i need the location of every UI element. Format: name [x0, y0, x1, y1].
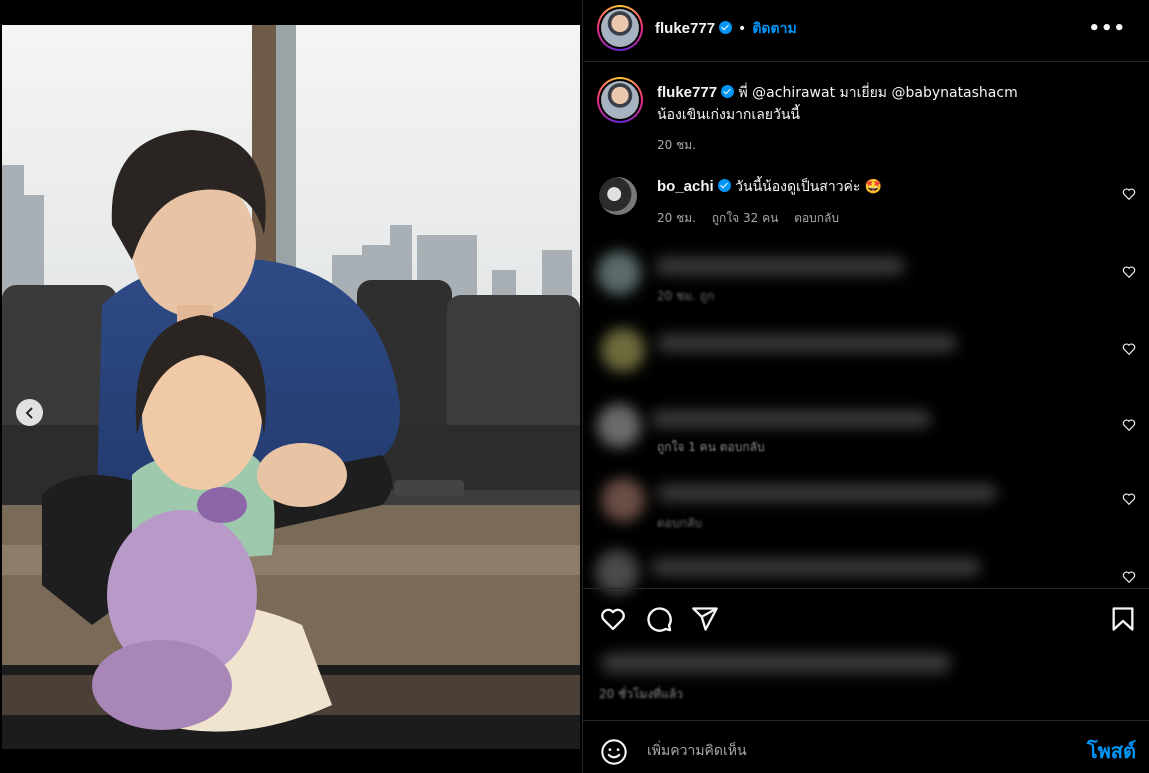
heart-icon[interactable] [1122, 418, 1136, 432]
comment-input[interactable] [647, 739, 1027, 763]
post-actions: 20 ชั่วโมงที่แล้ว [583, 588, 1149, 720]
post-time[interactable]: 20 ชั่วโมงที่แล้ว [599, 685, 683, 704]
hidden-comment-meta: ตอบกลับ [657, 516, 702, 530]
hidden-comment-meta: ถูกใจ 1 คน ตอบกลับ [657, 440, 765, 454]
caption-text: fluke777 พี่ @achirawat มาเยี่ยม @babyna… [657, 82, 1127, 156]
caption-time[interactable]: 20 ชม. [657, 134, 1127, 156]
blurred-comment-content [591, 472, 1021, 532]
post-side-panel: fluke777 • ติดตาม ••• fluke777 พี่ @achira… [582, 0, 1149, 773]
photo-illustration [2, 25, 580, 749]
commenter-username[interactable]: bo_achi [657, 178, 714, 195]
comment-time[interactable]: 20 ชม. [657, 211, 696, 225]
smiley-icon[interactable] [600, 738, 628, 766]
heart-icon[interactable] [599, 605, 627, 633]
caption-author-avatar[interactable] [597, 77, 643, 123]
comment-body: bo_achi วันนี้น้องดูเป็นสาวค่ะ 🤩 [657, 177, 882, 197]
heart-icon[interactable] [1122, 570, 1136, 584]
heart-icon[interactable] [1122, 265, 1136, 279]
verified-badge-icon [719, 21, 733, 34]
verified-badge-icon [721, 85, 735, 98]
verified-badge-icon [717, 179, 731, 192]
author-username[interactable]: fluke777 [655, 20, 715, 37]
comment-reply-button[interactable]: ตอบกลับ [794, 211, 839, 225]
bookmark-icon[interactable] [1109, 605, 1137, 633]
caption-line-1: พี่ @achirawat มาเยี่ยม @babynatashacm [738, 85, 1018, 101]
caption-author-username[interactable]: fluke777 [657, 84, 717, 101]
blurred-comment-content [591, 548, 1001, 594]
blurred-comment-content [591, 398, 951, 458]
comment-bubble-icon[interactable] [645, 605, 673, 633]
post-media-panel [0, 0, 582, 773]
heart-icon[interactable] [1122, 492, 1136, 506]
caption-line-2: น้องเขินเก่งมากเลยวันนี้ [657, 107, 800, 123]
more-options-icon[interactable]: ••• [1088, 18, 1126, 39]
comment-text: วันนี้น้องดูเป็นสาวค่ะ 🤩 [735, 179, 883, 195]
comment-meta: 20 ชม. ถูกใจ 32 คน ตอบกลับ [657, 209, 851, 228]
chevron-left-icon [25, 406, 33, 419]
follow-button[interactable]: ติดตาม [752, 21, 796, 37]
commenter-avatar[interactable] [599, 177, 637, 215]
post-comment-button[interactable]: โพสต์ [1087, 735, 1136, 767]
blurred-comment-content [591, 245, 921, 305]
heart-icon[interactable] [1122, 342, 1136, 356]
hidden-comment-meta: 20 ชม. ถูก [657, 289, 715, 303]
post-photo[interactable] [2, 25, 580, 749]
comment-composer: โพสต์ [583, 720, 1149, 773]
carousel-prev-button[interactable] [16, 399, 43, 426]
author-avatar[interactable] [597, 5, 643, 51]
blurred-comment-content [591, 322, 971, 382]
post-header: fluke777 • ติดตาม ••• [583, 0, 1149, 62]
paper-plane-icon[interactable] [691, 605, 719, 633]
heart-icon[interactable] [1122, 187, 1136, 201]
blurred-likes-summary [593, 645, 963, 685]
separator-dot: • [738, 21, 747, 37]
comment-likes[interactable]: ถูกใจ 32 คน [712, 211, 779, 225]
